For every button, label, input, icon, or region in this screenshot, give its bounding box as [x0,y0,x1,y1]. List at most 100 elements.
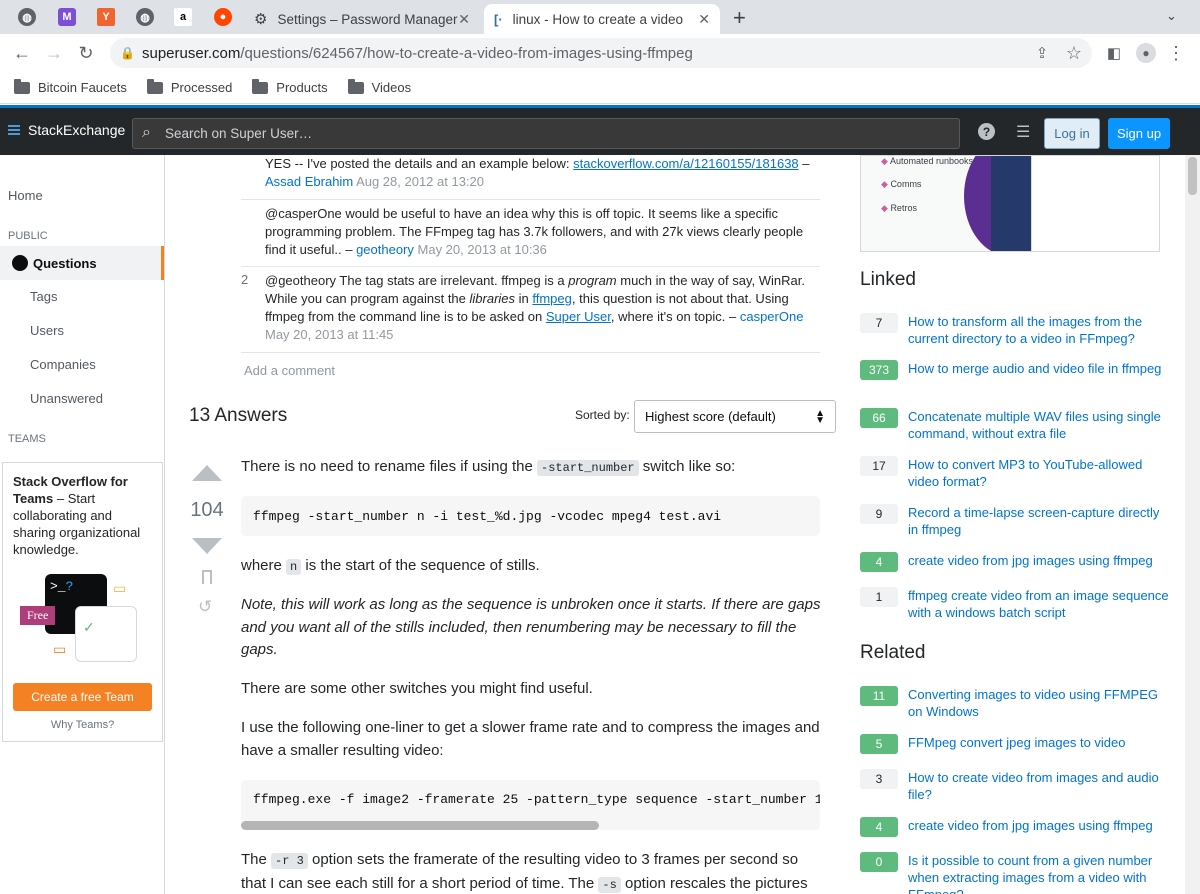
teams-description: Stack Overflow for Teams – Start collabo… [13,474,141,557]
forward-icon[interactable]: → [44,43,64,63]
nav-users[interactable]: Users [30,323,64,338]
add-comment-link[interactable]: Add a comment [244,363,335,378]
why-teams-link[interactable]: Why Teams? [3,719,162,731]
ycombinator-icon[interactable]: Y [97,8,115,26]
bookmark-folder[interactable]: Bitcoin Faucets [14,78,127,95]
nav-unanswered[interactable]: Unanswered [30,391,103,406]
linked-question-link[interactable]: How to merge audio and video file in ffm… [908,360,1161,380]
related-item[interactable]: 4 create video from jpg images using ffmp… [860,817,1170,837]
nav-questions[interactable]: Questions [0,246,164,280]
create-team-button[interactable]: Create a free Team [13,683,152,711]
sort-arrows-icon: ▲ ▼ [815,407,825,426]
sort-select[interactable]: Highest score (default) ▲ ▼ [634,400,836,433]
menu-icon[interactable]: ⋮ [1166,43,1186,63]
linked-item[interactable]: 9 Record a time-lapse screen-capture dire… [860,504,1170,538]
globe-icon [12,255,28,271]
lock-icon: 🔒 [120,46,135,60]
related-item[interactable]: 11 Converting images to video using FFMPE… [860,686,1170,720]
reload-icon[interactable]: ↻ [76,43,96,63]
linked-question-link[interactable]: How to convert MP3 to YouTube-allowed vi… [908,456,1170,490]
history-icon[interactable]: ↺ [198,597,212,617]
page-scrollbar[interactable] [1185,155,1200,894]
linked-item[interactable]: 4 create video from jpg images using ffmp… [860,552,1170,572]
tag-link[interactable]: ffmpeg [532,291,572,306]
nav-tags[interactable]: Tags [30,289,57,304]
stackexchange-logo[interactable]: StackExchange [8,122,125,138]
horizontal-scrollbar[interactable] [241,821,599,830]
linked-item[interactable]: 7 How to transform all the images from th… [860,313,1170,347]
question-score: 17 [860,456,898,476]
bookmark-folder[interactable]: Processed [146,78,232,95]
sidepanel-icon[interactable]: ◧ [1104,43,1124,63]
upvote-icon[interactable] [192,465,222,481]
profile-icon[interactable]: ● [1136,43,1156,63]
linked-question-link[interactable]: ffmpeg create video from an image sequen… [908,587,1170,621]
answer-paragraph: where n is the start of the sequence of … [241,557,540,575]
related-question-link[interactable]: Converting images to video using FFMPEG … [908,686,1170,720]
linked-item[interactable]: 17 How to convert MP3 to YouTube-allowed … [860,456,1170,490]
divider [241,266,820,267]
downvote-icon[interactable] [192,538,222,554]
search-input[interactable]: ⌕ Search on Super User… [132,118,960,149]
comment-date: Aug 28, 2012 at 13:20 [356,174,485,189]
star-icon[interactable]: ☆ [1064,43,1084,63]
chevron-down-icon[interactable]: ⌄ [1166,8,1177,24]
question-score: 0 [860,852,898,872]
folder-icon [146,78,163,94]
linked-item[interactable]: 1 ffmpeg create video from an image seque… [860,587,1170,621]
login-button[interactable]: Log in [1044,118,1100,149]
vote-count: 104 [190,499,224,521]
mail-icon[interactable]: M [58,8,76,26]
site-link[interactable]: Super User [546,309,611,324]
ad-graphic [991,156,1031,251]
bookmark-folder[interactable]: Videos [347,78,411,95]
linked-question-link[interactable]: How to transform all the images from the… [908,313,1170,347]
back-icon[interactable]: ← [12,43,32,63]
bookmark-folder[interactable]: Products [252,78,328,95]
gear-icon: ⚙ [254,11,268,28]
scrollbar-thumb[interactable] [1188,157,1197,195]
share-icon[interactable]: ⇪ [1032,43,1052,63]
related-question-link[interactable]: Is it possible to count from a given num… [908,852,1170,894]
related-question-link[interactable]: How to create video from images and audi… [908,769,1170,803]
new-tab-icon[interactable]: + [733,5,746,31]
close-icon[interactable]: ✕ [458,11,470,28]
advertisement[interactable]: ◆ Automated runbooks ◆ Comms ◆ Retros [860,155,1160,252]
signup-button[interactable]: Sign up [1108,118,1170,149]
linked-question-link[interactable]: Record a time-lapse screen-capture direc… [908,504,1170,538]
related-item[interactable]: 5 FFMpeg convert jpeg images to video [860,734,1170,754]
related-item[interactable]: 3 How to create video from images and aud… [860,769,1170,803]
linked-item[interactable]: 373 How to merge audio and video file in … [860,360,1170,380]
chat-bubble-icon: ▭ [113,580,127,596]
answer-paragraph: I use the following one-liner to get a s… [241,719,820,759]
question-score: 9 [860,504,898,524]
ad-screenshot [1031,156,1159,251]
comment-user[interactable]: Assad Ebrahim [265,174,353,189]
nav-home[interactable]: Home [8,188,43,203]
browser-toolbar: ← → ↻ 🔒 superuser.com/questions/624567/h… [0,34,1200,72]
globe-icon[interactable]: ◍ [136,8,154,26]
tab-settings[interactable]: ⚙ Settings – Password Manager ✕ [244,4,480,34]
comment-user[interactable]: casperOne [740,309,804,324]
linked-question-link[interactable]: create video from jpg images using ffmpe… [908,552,1153,572]
site-switcher-icon[interactable]: ☰ [1016,122,1030,142]
free-badge: Free [20,606,56,625]
amazon-icon[interactable]: a [174,8,192,26]
related-item[interactable]: 0 Is it possible to count from a given nu… [860,852,1170,894]
inline-code: -s [598,876,621,893]
tab-superuser[interactable]: [· linux - How to create a video fro ✕ [484,4,720,34]
answer-paragraph: The -r 3 option sets the framerate of th… [241,851,808,893]
comment-user[interactable]: geotheory [356,242,414,257]
globe-icon[interactable]: ◍ [18,8,36,26]
close-icon[interactable]: ✕ [698,11,710,28]
address-bar[interactable]: 🔒 superuser.com/questions/624567/how-to-… [110,38,1092,68]
comment-link[interactable]: stackoverflow.com/a/12160155/181638 [573,156,799,171]
linked-item[interactable]: 66 Concatenate multiple WAV files using s… [860,408,1170,442]
help-icon[interactable]: ? [978,123,995,140]
related-question-link[interactable]: create video from jpg images using ffmpe… [908,817,1153,837]
nav-companies[interactable]: Companies [30,357,96,372]
reddit-icon[interactable]: ● [214,8,232,26]
linked-question-link[interactable]: Concatenate multiple WAV files using sin… [908,408,1170,442]
bookmark-icon[interactable] [202,570,212,584]
related-question-link[interactable]: FFMpeg convert jpeg images to video [908,734,1126,754]
